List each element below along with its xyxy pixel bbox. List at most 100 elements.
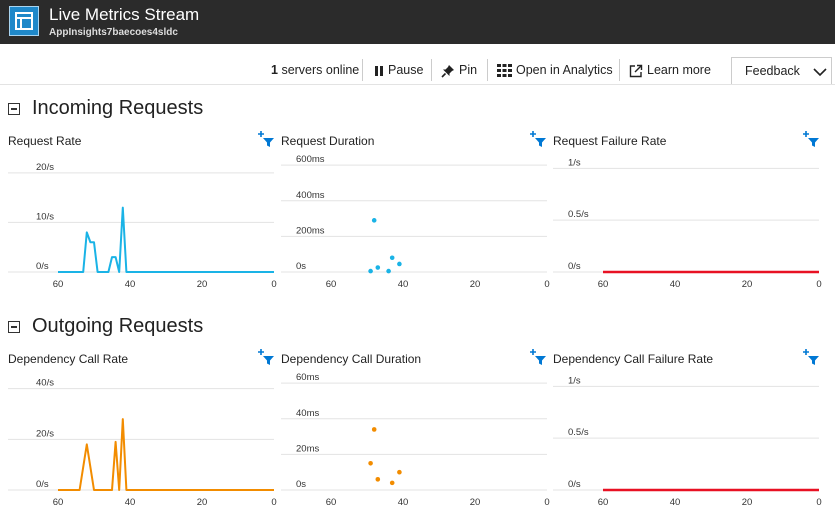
- live-metrics-icon: [9, 6, 39, 36]
- servers-online-status: 1 servers online: [271, 58, 359, 82]
- y-tick-label: 0.5/s: [568, 427, 589, 438]
- chart-plot: 0/s 0.5/s 1/s 60 40 20 0: [553, 157, 822, 290]
- y-tick-label: 10/s: [36, 211, 54, 222]
- toolbar-divider: [431, 59, 432, 81]
- chart-title: Request Rate: [8, 134, 82, 148]
- chart-title: Dependency Call Failure Rate: [553, 352, 714, 366]
- open-in-analytics-button[interactable]: Open in Analytics: [497, 58, 613, 82]
- incoming-requests-header: Incoming Requests: [0, 96, 835, 124]
- pause-icon: [375, 65, 383, 76]
- x-tick-label: 20: [197, 279, 208, 290]
- chart-title: Dependency Call Rate: [8, 352, 129, 366]
- y-tick-label: 0/s: [36, 479, 49, 490]
- x-tick-label: 60: [53, 497, 64, 508]
- chart-plot: 0s 200ms 400ms 600ms 60 40 20 0: [281, 154, 550, 290]
- add-filter-icon[interactable]: [802, 130, 820, 148]
- y-tick-label: 20/s: [36, 428, 54, 439]
- y-tick-label: 0s: [296, 479, 306, 490]
- y-tick-label: 0.5/s: [568, 209, 589, 220]
- y-tick-label: 60ms: [296, 372, 319, 383]
- chart-plot: 0s 20ms 40ms 60ms 60 40 20 0: [281, 372, 550, 508]
- app-header: Live Metrics Stream AppInsights7baecoes4…: [0, 0, 835, 44]
- data-point: [371, 218, 377, 223]
- y-tick-label: 0s: [296, 261, 306, 272]
- y-tick-label: 1/s: [568, 157, 581, 168]
- x-tick-label: 40: [398, 279, 409, 290]
- request-failure-rate-chart: 0/s 0.5/s 1/s 60 40 20 0 Request Failure Rate: [553, 131, 825, 304]
- chart-plot: 0/s 0.5/s 1/s 60 40 20 0: [553, 375, 822, 508]
- analytics-grid-icon: [497, 64, 512, 78]
- toolbar-divider-line: [0, 84, 835, 85]
- learn-more-label: Learn more: [647, 63, 711, 77]
- y-tick-label: 20ms: [296, 443, 319, 454]
- feedback-label: Feedback: [745, 64, 800, 78]
- x-tick-label: 60: [598, 497, 609, 508]
- external-link-icon: [629, 64, 643, 77]
- collapse-toggle[interactable]: [8, 321, 20, 333]
- y-tick-label: 40/s: [36, 378, 54, 389]
- section-title: Incoming Requests: [32, 97, 204, 119]
- chart-plot: 0/s 10/s 20/s 60 40 20 0: [8, 162, 277, 290]
- x-tick-label: 20: [197, 497, 208, 508]
- y-tick-label: 1/s: [568, 375, 581, 386]
- y-tick-label: 0/s: [568, 479, 581, 490]
- x-tick-label: 0: [271, 497, 276, 508]
- pin-icon: [441, 64, 454, 78]
- x-tick-label: 0: [544, 497, 549, 508]
- y-tick-label: 20/s: [36, 162, 54, 173]
- x-tick-label: 0: [544, 279, 549, 290]
- x-tick-label: 20: [470, 497, 481, 508]
- add-filter-icon[interactable]: [529, 130, 547, 148]
- x-tick-label: 60: [326, 497, 337, 508]
- x-tick-label: 40: [670, 279, 681, 290]
- data-point: [397, 261, 402, 267]
- section-title: Outgoing Requests: [32, 315, 204, 337]
- y-tick-label: 0/s: [36, 261, 49, 272]
- x-tick-label: 60: [598, 279, 609, 290]
- data-point: [386, 268, 391, 274]
- series-line: [58, 418, 274, 491]
- x-tick-label: 40: [670, 497, 681, 508]
- dependency-call-failure-rate-chart: 0/s 0.5/s 1/s 60 40 20 0 Dependency Call Failu…: [553, 349, 825, 522]
- add-filter-icon[interactable]: [257, 130, 275, 148]
- pin-label: Pin: [459, 63, 478, 77]
- chevron-down-icon: [813, 68, 827, 77]
- pause-button[interactable]: Pause: [374, 58, 423, 82]
- outgoing-requests-header: Outgoing Requests: [0, 314, 835, 342]
- analytics-label: Open in Analytics: [516, 63, 613, 77]
- chart-title: Request Failure Rate: [553, 134, 667, 148]
- servers-label: servers online: [281, 63, 360, 77]
- y-tick-label: 600ms: [296, 154, 325, 165]
- chart-title: Dependency Call Duration: [281, 352, 422, 366]
- pin-button[interactable]: Pin: [441, 58, 477, 82]
- toolbar-divider: [619, 59, 620, 81]
- x-tick-label: 20: [742, 279, 753, 290]
- x-tick-label: 20: [742, 497, 753, 508]
- data-point: [389, 480, 395, 486]
- x-tick-label: 0: [816, 497, 821, 508]
- x-tick-label: 60: [326, 279, 337, 290]
- toolbar-divider: [362, 59, 363, 81]
- x-tick-label: 40: [125, 279, 136, 290]
- dependency-call-duration-chart: 0s 20ms 40ms 60ms 60 40 20 0 Dependency Call Du…: [281, 349, 553, 522]
- data-point: [371, 427, 377, 432]
- learn-more-link[interactable]: Learn more: [629, 58, 711, 82]
- collapse-toggle[interactable]: [8, 103, 20, 115]
- app-title: Live Metrics Stream: [49, 5, 200, 24]
- feedback-dropdown[interactable]: Feedback: [731, 57, 832, 85]
- dependency-call-rate-chart: 0/s 20/s 40/s 60 40 20 0 Dependency Call Rate: [8, 349, 280, 522]
- chart-title: Request Duration: [281, 134, 375, 148]
- x-tick-label: 40: [125, 497, 136, 508]
- x-tick-label: 60: [53, 279, 64, 290]
- x-tick-label: 0: [816, 279, 821, 290]
- add-filter-icon[interactable]: [257, 348, 275, 366]
- add-filter-icon[interactable]: [529, 348, 547, 366]
- add-filter-icon[interactable]: [802, 348, 820, 366]
- x-tick-label: 0: [271, 279, 276, 290]
- data-point: [368, 460, 373, 466]
- request-duration-chart: 0s 200ms 400ms 600ms 60 40 20 0 Request Duratio…: [281, 131, 553, 304]
- y-tick-label: 200ms: [296, 225, 325, 236]
- resource-name: AppInsights7baecoes4sldc: [49, 27, 178, 38]
- data-point: [389, 255, 395, 261]
- series-line: [58, 206, 274, 273]
